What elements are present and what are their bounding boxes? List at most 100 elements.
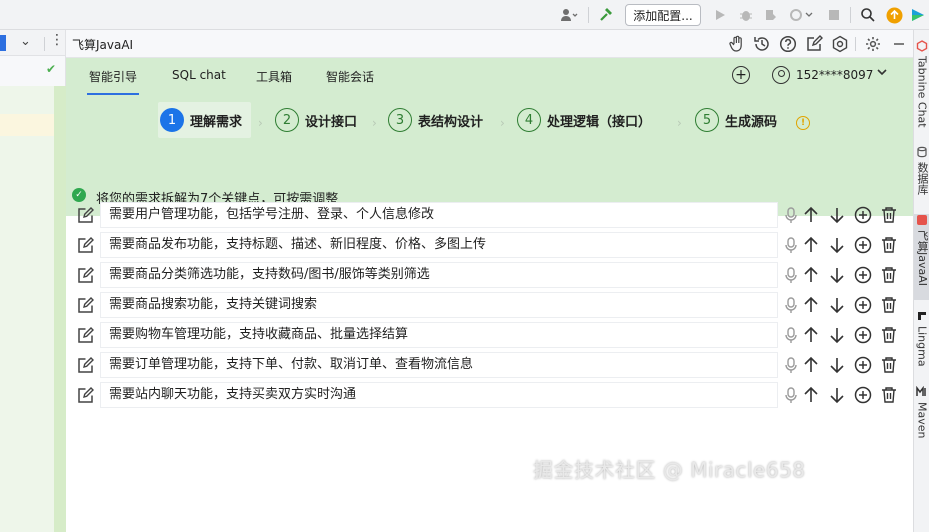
- requirement-input[interactable]: 需要订单管理功能，支持下单、付款、取消订单、查看物流信息: [100, 352, 778, 378]
- move-down-icon[interactable]: [828, 326, 846, 344]
- edit-icon[interactable]: [77, 266, 95, 284]
- add-icon[interactable]: [854, 326, 872, 344]
- history-icon[interactable]: [752, 34, 772, 54]
- step-arrow-icon: ›: [258, 116, 263, 130]
- microphone-icon[interactable]: [782, 236, 800, 254]
- stop-icon[interactable]: [826, 5, 842, 25]
- step-4[interactable]: 4 处理逻辑（接口）: [517, 108, 651, 132]
- plugin-settings-icon[interactable]: [830, 34, 850, 54]
- delete-icon[interactable]: [880, 236, 898, 254]
- editor-highlight-line: [0, 114, 54, 136]
- editor-scroll-gutter[interactable]: [54, 86, 66, 532]
- info-warning-icon[interactable]: !: [796, 116, 810, 130]
- requirement-input[interactable]: 需要站内聊天功能，支持买卖双方实时沟通: [100, 382, 778, 408]
- add-icon[interactable]: [854, 266, 872, 284]
- step-2[interactable]: 2 设计接口: [275, 108, 357, 132]
- edit-icon[interactable]: [77, 236, 95, 254]
- move-up-icon[interactable]: [802, 326, 820, 344]
- delete-icon[interactable]: [880, 206, 898, 224]
- step-arrow-icon: ›: [372, 116, 377, 130]
- step-number: 4: [517, 108, 541, 132]
- ai-assistant-icon[interactable]: [908, 5, 928, 25]
- feedback-edit-icon[interactable]: [804, 34, 824, 54]
- delete-icon[interactable]: [880, 296, 898, 314]
- microphone-icon[interactable]: [782, 296, 800, 314]
- add-icon[interactable]: [854, 296, 872, 314]
- update-available-icon[interactable]: [884, 5, 904, 25]
- help-icon[interactable]: [778, 34, 798, 54]
- move-up-icon[interactable]: [802, 356, 820, 374]
- microphone-icon[interactable]: [782, 356, 800, 374]
- move-down-icon[interactable]: [828, 356, 846, 374]
- delete-icon[interactable]: [880, 266, 898, 284]
- tool-label: 数据库: [916, 162, 929, 195]
- step-label: 处理逻辑（接口）: [547, 114, 652, 130]
- move-up-icon[interactable]: [802, 236, 820, 254]
- move-down-icon[interactable]: [828, 386, 846, 404]
- user-avatar-icon[interactable]: [772, 66, 790, 84]
- move-down-icon[interactable]: [828, 236, 846, 254]
- tool-lingma[interactable]: Lingma: [914, 310, 929, 374]
- debug-icon[interactable]: [737, 5, 755, 25]
- move-down-icon[interactable]: [828, 266, 846, 284]
- user-name[interactable]: 152****8097: [796, 68, 873, 82]
- edit-icon[interactable]: [77, 386, 95, 404]
- tab-toolbox[interactable]: 工具箱: [256, 68, 292, 85]
- tool-database[interactable]: 数据库: [914, 146, 929, 204]
- requirement-input[interactable]: 需要商品搜索功能，支持关键词搜索: [100, 292, 778, 318]
- add-icon[interactable]: [854, 356, 872, 374]
- requirement-input[interactable]: 需要用户管理功能，包括学号注册、登录、个人信息修改: [100, 202, 778, 228]
- user-profile-icon[interactable]: [556, 5, 582, 25]
- microphone-icon[interactable]: [782, 206, 800, 224]
- requirement-input[interactable]: 需要购物车管理功能，支持收藏商品、批量选择结算: [100, 322, 778, 348]
- delete-icon[interactable]: [880, 326, 898, 344]
- run-configuration-select[interactable]: 添加配置...: [625, 4, 701, 26]
- chevron-down-icon[interactable]: ⌄: [20, 34, 31, 49]
- chevron-down-icon[interactable]: [876, 66, 888, 81]
- edit-icon[interactable]: [77, 296, 95, 314]
- requirement-input[interactable]: 需要商品发布功能，支持标题、描述、新旧程度、价格、多图上传: [100, 232, 778, 258]
- tabnine-icon: [916, 40, 928, 52]
- gear-icon[interactable]: [863, 34, 883, 54]
- search-icon[interactable]: [858, 5, 878, 25]
- run-icon[interactable]: [712, 5, 728, 25]
- requirement-input[interactable]: 需要商品分类筛选功能，支持数码/图书/服饰等类别筛选: [100, 262, 778, 288]
- step-arrow-icon: ›: [677, 116, 682, 130]
- build-hammer-icon[interactable]: [596, 5, 616, 25]
- tab-divider: [44, 37, 45, 51]
- step-label: 理解需求: [190, 114, 243, 130]
- requirement-row: 需要购物车管理功能，支持收藏商品、批量选择结算: [66, 322, 913, 348]
- move-up-icon[interactable]: [802, 266, 820, 284]
- add-icon[interactable]: [854, 236, 872, 254]
- move-up-icon[interactable]: [802, 386, 820, 404]
- edit-icon[interactable]: [77, 356, 95, 374]
- move-down-icon[interactable]: [828, 206, 846, 224]
- coverage-icon[interactable]: [762, 5, 780, 25]
- add-icon[interactable]: [854, 386, 872, 404]
- tab-smart-guide[interactable]: 智能引导: [86, 68, 140, 95]
- edit-icon[interactable]: [77, 206, 95, 224]
- tool-feisuan-javaai[interactable]: 飞算JavaAI: [914, 214, 929, 300]
- tab-smart-chat[interactable]: 智能会话: [326, 68, 374, 85]
- add-icon[interactable]: [854, 206, 872, 224]
- step-3[interactable]: 3 表结构设计: [388, 108, 483, 132]
- tool-tabnine-chat[interactable]: Tabnine Chat: [914, 40, 929, 132]
- move-up-icon[interactable]: [802, 206, 820, 224]
- delete-icon[interactable]: [880, 356, 898, 374]
- step-5[interactable]: 5 生成源码: [695, 108, 777, 132]
- microphone-icon[interactable]: [782, 326, 800, 344]
- tool-maven[interactable]: Maven: [914, 386, 929, 444]
- more-options-icon[interactable]: ⋮: [50, 32, 64, 48]
- step-1[interactable]: 1 理解需求: [160, 108, 242, 132]
- minimize-icon[interactable]: [889, 34, 909, 54]
- new-session-icon[interactable]: +: [732, 66, 750, 84]
- microphone-icon[interactable]: [782, 386, 800, 404]
- move-down-icon[interactable]: [828, 296, 846, 314]
- microphone-icon[interactable]: [782, 266, 800, 284]
- delete-icon[interactable]: [880, 386, 898, 404]
- move-up-icon[interactable]: [802, 296, 820, 314]
- profile-run-icon[interactable]: [786, 5, 816, 25]
- hand-cursor-icon[interactable]: [727, 34, 747, 54]
- edit-icon[interactable]: [77, 326, 95, 344]
- tab-sql-chat[interactable]: SQL chat: [172, 68, 226, 82]
